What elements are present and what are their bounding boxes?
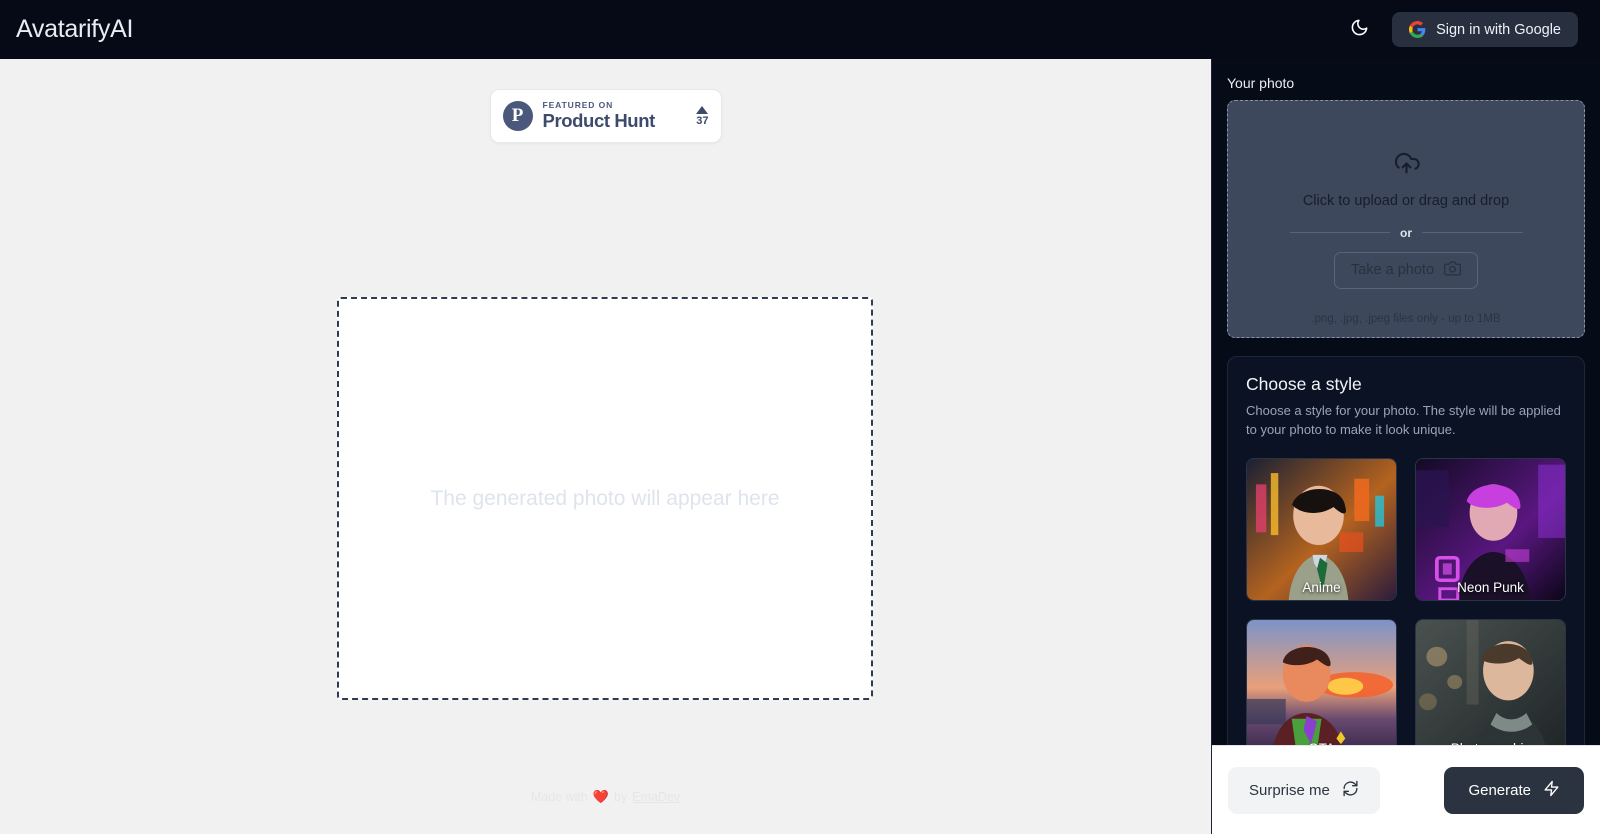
style-grid: Anime Neon Punk: [1246, 457, 1566, 745]
style-thumbnail: [1416, 458, 1565, 600]
style-thumbnail: [1247, 619, 1396, 745]
photo-upload-dropzone[interactable]: Click to upload or drag and drop or Take…: [1227, 100, 1585, 338]
generated-photo-dropzone[interactable]: The generated photo will appear here: [337, 297, 873, 700]
generated-photo-placeholder-text: The generated photo will appear here: [430, 486, 780, 510]
style-option-anime[interactable]: Anime: [1246, 457, 1397, 601]
shuffle-icon: [1342, 780, 1359, 801]
footer-prefix: Made with: [530, 790, 588, 804]
style-option-gta[interactable]: GTA: [1246, 618, 1397, 745]
your-photo-label: Your photo: [1227, 75, 1295, 91]
product-hunt-kicker: FEATURED ON: [542, 100, 614, 111]
theme-toggle-button[interactable]: [1344, 15, 1374, 45]
product-hunt-logo-icon: P: [502, 101, 533, 131]
take-photo-label: Take a photo: [1350, 262, 1435, 278]
app-root: AvatarifyAI Sign in with Google P FEATUR…: [0, 0, 1600, 834]
upvote-count: 37: [696, 114, 709, 127]
product-hunt-upvote[interactable]: 37: [690, 105, 709, 127]
style-option-neon-punk[interactable]: Neon Punk: [1415, 457, 1566, 601]
style-label: GTA: [1247, 741, 1396, 745]
divider-line-right: [1422, 232, 1523, 233]
upload-primary-text: Click to upload or drag and drop: [1302, 192, 1510, 209]
app-title: AvatarifyAI: [16, 15, 134, 43]
google-g-icon: [1409, 21, 1426, 38]
lightning-bolt-icon: [1543, 780, 1560, 801]
choose-style-title: Choose a style: [1246, 374, 1362, 394]
page-footer: Made with ❤️ by EmaDev: [0, 789, 1211, 805]
header-actions: Sign in with Google: [1344, 12, 1578, 47]
style-label: Photographic: [1416, 741, 1565, 745]
upvote-triangle-icon: [696, 105, 709, 114]
main-canvas: P FEATURED ON Product Hunt 37 The genera…: [0, 59, 1211, 834]
camera-icon: [1444, 260, 1461, 281]
or-text: or: [1400, 225, 1412, 240]
product-hunt-title: Product Hunt: [542, 110, 656, 132]
choose-a-style-card: Choose a style Choose a style for your p…: [1227, 356, 1585, 745]
style-thumbnail: [1247, 458, 1396, 600]
cloud-upload-icon: [1393, 150, 1420, 182]
choose-style-subtitle: Choose a style for your photo. The style…: [1246, 403, 1561, 437]
footer-middle: by: [614, 790, 628, 804]
divider-line-left: [1289, 232, 1390, 233]
surprise-me-button[interactable]: Surprise me: [1228, 766, 1380, 814]
footer-author-link[interactable]: EmaDev: [632, 790, 680, 804]
sign-in-label: Sign in with Google: [1436, 21, 1561, 38]
moon-icon: [1350, 18, 1369, 42]
right-panel: Your photo Click to upload or drag and d…: [1211, 59, 1600, 834]
take-a-photo-button[interactable]: Take a photo: [1333, 251, 1479, 289]
style-thumbnail: [1416, 619, 1565, 745]
style-label: Neon Punk: [1457, 579, 1524, 595]
style-label: Anime: [1302, 579, 1341, 595]
sign-in-with-google-button[interactable]: Sign in with Google: [1392, 12, 1578, 47]
style-option-photographic[interactable]: Photographic: [1415, 618, 1566, 745]
app-header: AvatarifyAI Sign in with Google: [0, 0, 1600, 59]
or-divider: or: [1289, 225, 1523, 240]
generate-label: Generate: [1468, 781, 1531, 799]
generate-button[interactable]: Generate: [1444, 766, 1584, 814]
body-row: P FEATURED ON Product Hunt 37 The genera…: [0, 59, 1600, 834]
panel-action-bar: Surprise me Generate: [1212, 745, 1600, 834]
product-hunt-text: FEATURED ON Product Hunt: [543, 100, 691, 131]
surprise-me-label: Surprise me: [1249, 781, 1330, 799]
heart-icon: ❤️: [592, 789, 610, 804]
product-hunt-badge[interactable]: P FEATURED ON Product Hunt 37: [489, 89, 722, 143]
upload-file-note: .png, .jpg, .jpeg files only - up to 1MB: [1311, 313, 1501, 325]
panel-scroll-area[interactable]: Your photo Click to upload or drag and d…: [1212, 59, 1600, 745]
